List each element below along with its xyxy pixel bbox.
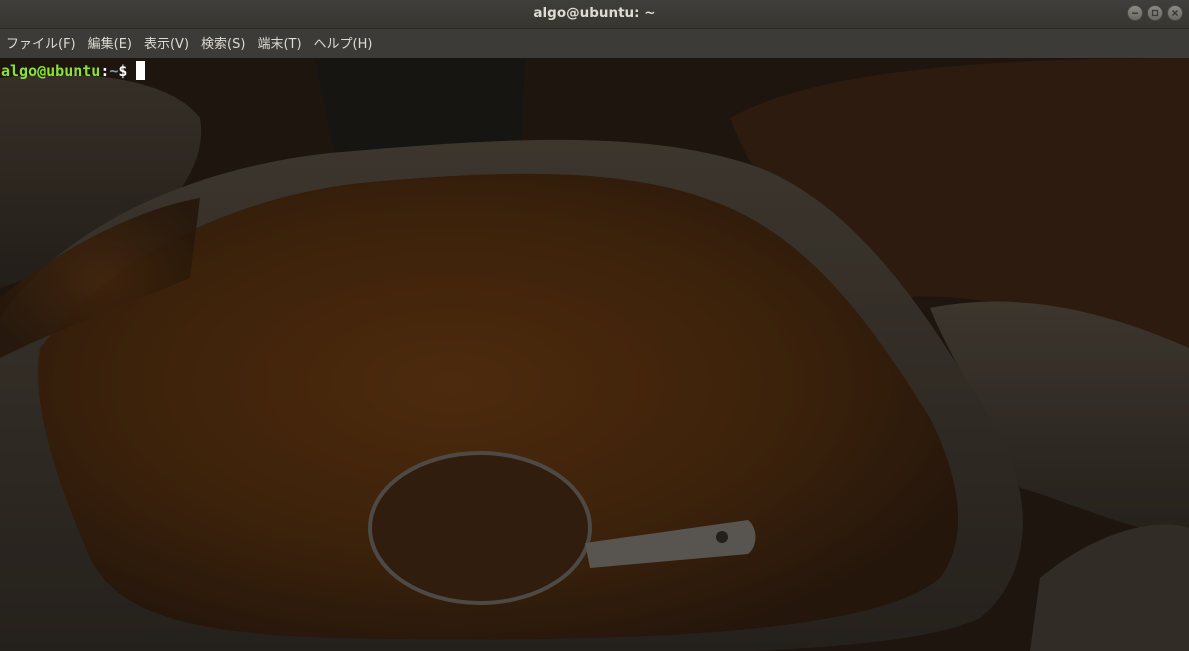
- prompt-line[interactable]: algo@ubuntu:~$: [1, 61, 146, 81]
- menu-terminal[interactable]: 端末(T): [251, 29, 307, 58]
- background-image: [0, 58, 1189, 651]
- maximize-icon: [1151, 9, 1159, 17]
- maximize-button[interactable]: [1147, 5, 1163, 21]
- close-icon: [1171, 9, 1179, 17]
- minimize-icon: [1132, 12, 1138, 14]
- menu-help[interactable]: ヘルプ(H): [308, 29, 379, 58]
- terminal-window: algo@ubuntu: ~ ファイル(F) 編集(E) 表示(V) 検索(S)…: [0, 0, 1189, 651]
- menu-edit[interactable]: 編集(E): [82, 29, 138, 58]
- close-button[interactable]: [1167, 5, 1183, 21]
- menu-bar: ファイル(F) 編集(E) 表示(V) 検索(S) 端末(T) ヘルプ(H): [0, 29, 1189, 58]
- terminal-area[interactable]: algo@ubuntu:~$: [0, 58, 1189, 651]
- minimize-button[interactable]: [1127, 5, 1143, 21]
- menu-file[interactable]: ファイル(F): [0, 29, 82, 58]
- prompt-symbol: $: [118, 62, 128, 80]
- window-title: algo@ubuntu: ~: [533, 5, 656, 21]
- window-controls: [1127, 5, 1183, 23]
- menu-view[interactable]: 表示(V): [138, 29, 195, 58]
- menu-search[interactable]: 検索(S): [195, 29, 251, 58]
- text-cursor: [136, 61, 146, 80]
- title-bar[interactable]: algo@ubuntu: ~: [0, 0, 1189, 29]
- prompt-user: algo@ubuntu: [1, 62, 101, 80]
